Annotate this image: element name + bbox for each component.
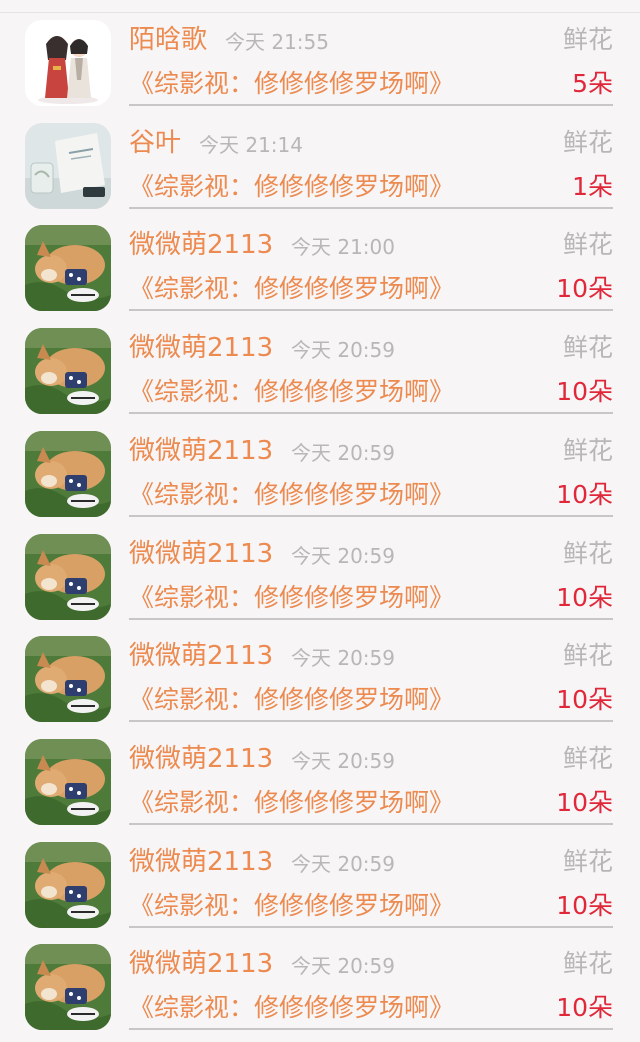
user-avatar[interactable] [25,738,111,825]
timestamp: 今天 20:59 [291,646,395,671]
book-title-link[interactable]: 《综影视：修修修修罗场啊》 [129,273,454,305]
gift-type-label: 鲜花 [562,25,613,54]
gift-record-row[interactable]: 谷叶 今天 21:14 鲜花 《综影视：修修修修罗场啊》 1朵 [0,103,640,209]
timestamp: 今天 21:00 [291,235,395,260]
book-title-link[interactable]: 《综影视：修修修修罗场啊》 [129,171,454,203]
book-title-link[interactable]: 《综影视：修修修修罗场啊》 [129,787,454,819]
gift-record-row[interactable]: 微微萌2113 今天 20:59 鲜花 《综影视：修修修修罗场啊》 10朵 [0,719,640,825]
row-divider [129,1028,613,1031]
gift-record-row[interactable]: 微微萌2113 今天 20:59 鲜花 《综影视：修修修修罗场啊》 10朵 [0,822,640,928]
gift-type-label: 鲜花 [562,435,613,465]
book-title-link[interactable]: 《综影视：修修修修罗场啊》 [129,684,454,716]
gift-type-label: 鲜花 [562,641,613,671]
gift-type-label: 鲜花 [562,333,613,363]
gift-record-row[interactable]: 微微萌2113 今天 21:00 鲜花 《综影视：修修修修罗场啊》 10朵 [0,205,640,312]
gift-type-label: 鲜花 [562,949,613,979]
gift-record-row[interactable]: 微微萌2113 今天 20:59 鲜花 《综影视：修修修修罗场啊》 10朵 [0,411,640,517]
user-avatar[interactable] [25,944,111,1031]
book-title-link[interactable]: 《综影视：修修修修罗场啊》 [129,479,454,511]
gift-record-row[interactable]: 微微萌2113 今天 20:59 鲜花 《综影视：修修修修罗场啊》 10朵 [0,616,640,723]
bag-photo-image [25,122,111,209]
user-avatar[interactable] [25,636,111,723]
username[interactable]: 陌晗歌 [129,24,207,56]
username[interactable]: 微微萌2113 [129,538,273,570]
corgi-photo-image [25,225,111,312]
gift-type-label: 鲜花 [562,743,613,773]
user-avatar[interactable] [25,328,111,415]
username[interactable]: 微微萌2113 [129,846,273,878]
book-title-link[interactable]: 《综影视：修修修修罗场啊》 [129,992,454,1024]
user-avatar[interactable] [25,122,111,209]
gift-count: 10朵 [556,890,613,920]
gift-record-row[interactable]: 微微萌2113 今天 20:59 鲜花 《综影视：修修修修罗场啊》 10朵 [0,514,640,620]
user-avatar[interactable] [25,225,111,312]
gift-type-label: 鲜花 [562,846,613,876]
gift-record-row[interactable]: 微微萌2113 今天 20:59 鲜花 《综影视：修修修修罗场啊》 10朵 [0,308,640,415]
book-title-link[interactable]: 《综影视：修修修修罗场啊》 [129,68,454,100]
timestamp: 今天 21:55 [225,30,329,54]
timestamp: 今天 20:59 [291,440,395,465]
gift-type-label: 鲜花 [562,538,613,568]
username[interactable]: 微微萌2113 [129,640,273,672]
book-title-link[interactable]: 《综影视：修修修修罗场啊》 [129,376,454,408]
username[interactable]: 微微萌2113 [129,948,273,980]
corgi-photo-image [25,636,111,723]
gift-record-row[interactable]: 微微萌2113 今天 20:59 鲜花 《综影视：修修修修罗场啊》 10朵 [0,924,640,1031]
gift-type-label: 鲜花 [562,127,613,157]
corgi-photo-image [25,944,111,1031]
gift-count: 1朵 [572,171,613,201]
user-avatar[interactable] [25,841,111,928]
user-avatar[interactable] [25,533,111,620]
username[interactable]: 微微萌2113 [129,743,273,775]
couple-illustration-image [25,20,111,106]
book-title-link[interactable]: 《综影视：修修修修罗场啊》 [129,890,454,922]
gift-count: 10朵 [556,479,613,509]
username[interactable]: 微微萌2113 [129,332,273,364]
username[interactable]: 微微萌2113 [129,229,273,261]
timestamp: 今天 21:14 [199,132,303,157]
book-title-link[interactable]: 《综影视：修修修修罗场啊》 [129,582,454,614]
gift-count: 10朵 [556,787,613,817]
gift-record-list: 陌晗歌 今天 21:55 鲜花 《综影视：修修修修罗场啊》 5朵 谷叶 今天 2… [0,0,640,1042]
corgi-photo-image [25,533,111,620]
gift-type-label: 鲜花 [562,230,613,260]
corgi-photo-image [25,430,111,517]
gift-count: 10朵 [556,274,613,304]
gift-count: 10朵 [556,582,613,612]
timestamp: 今天 20:59 [291,954,395,979]
gift-count: 10朵 [556,685,613,715]
corgi-photo-image [25,328,111,415]
user-avatar[interactable] [25,430,111,517]
username[interactable]: 谷叶 [129,127,181,159]
timestamp: 今天 20:59 [291,851,395,876]
gift-count: 10朵 [556,993,613,1023]
timestamp: 今天 20:59 [291,748,395,773]
corgi-photo-image [25,738,111,825]
timestamp: 今天 20:59 [291,543,395,568]
corgi-photo-image [25,841,111,928]
gift-count: 10朵 [556,377,613,407]
gift-record-row[interactable]: 陌晗歌 今天 21:55 鲜花 《综影视：修修修修罗场啊》 5朵 [0,0,640,106]
user-avatar[interactable] [25,20,111,106]
timestamp: 今天 20:59 [291,338,395,363]
username[interactable]: 微微萌2113 [129,435,273,467]
gift-count: 5朵 [572,69,613,98]
